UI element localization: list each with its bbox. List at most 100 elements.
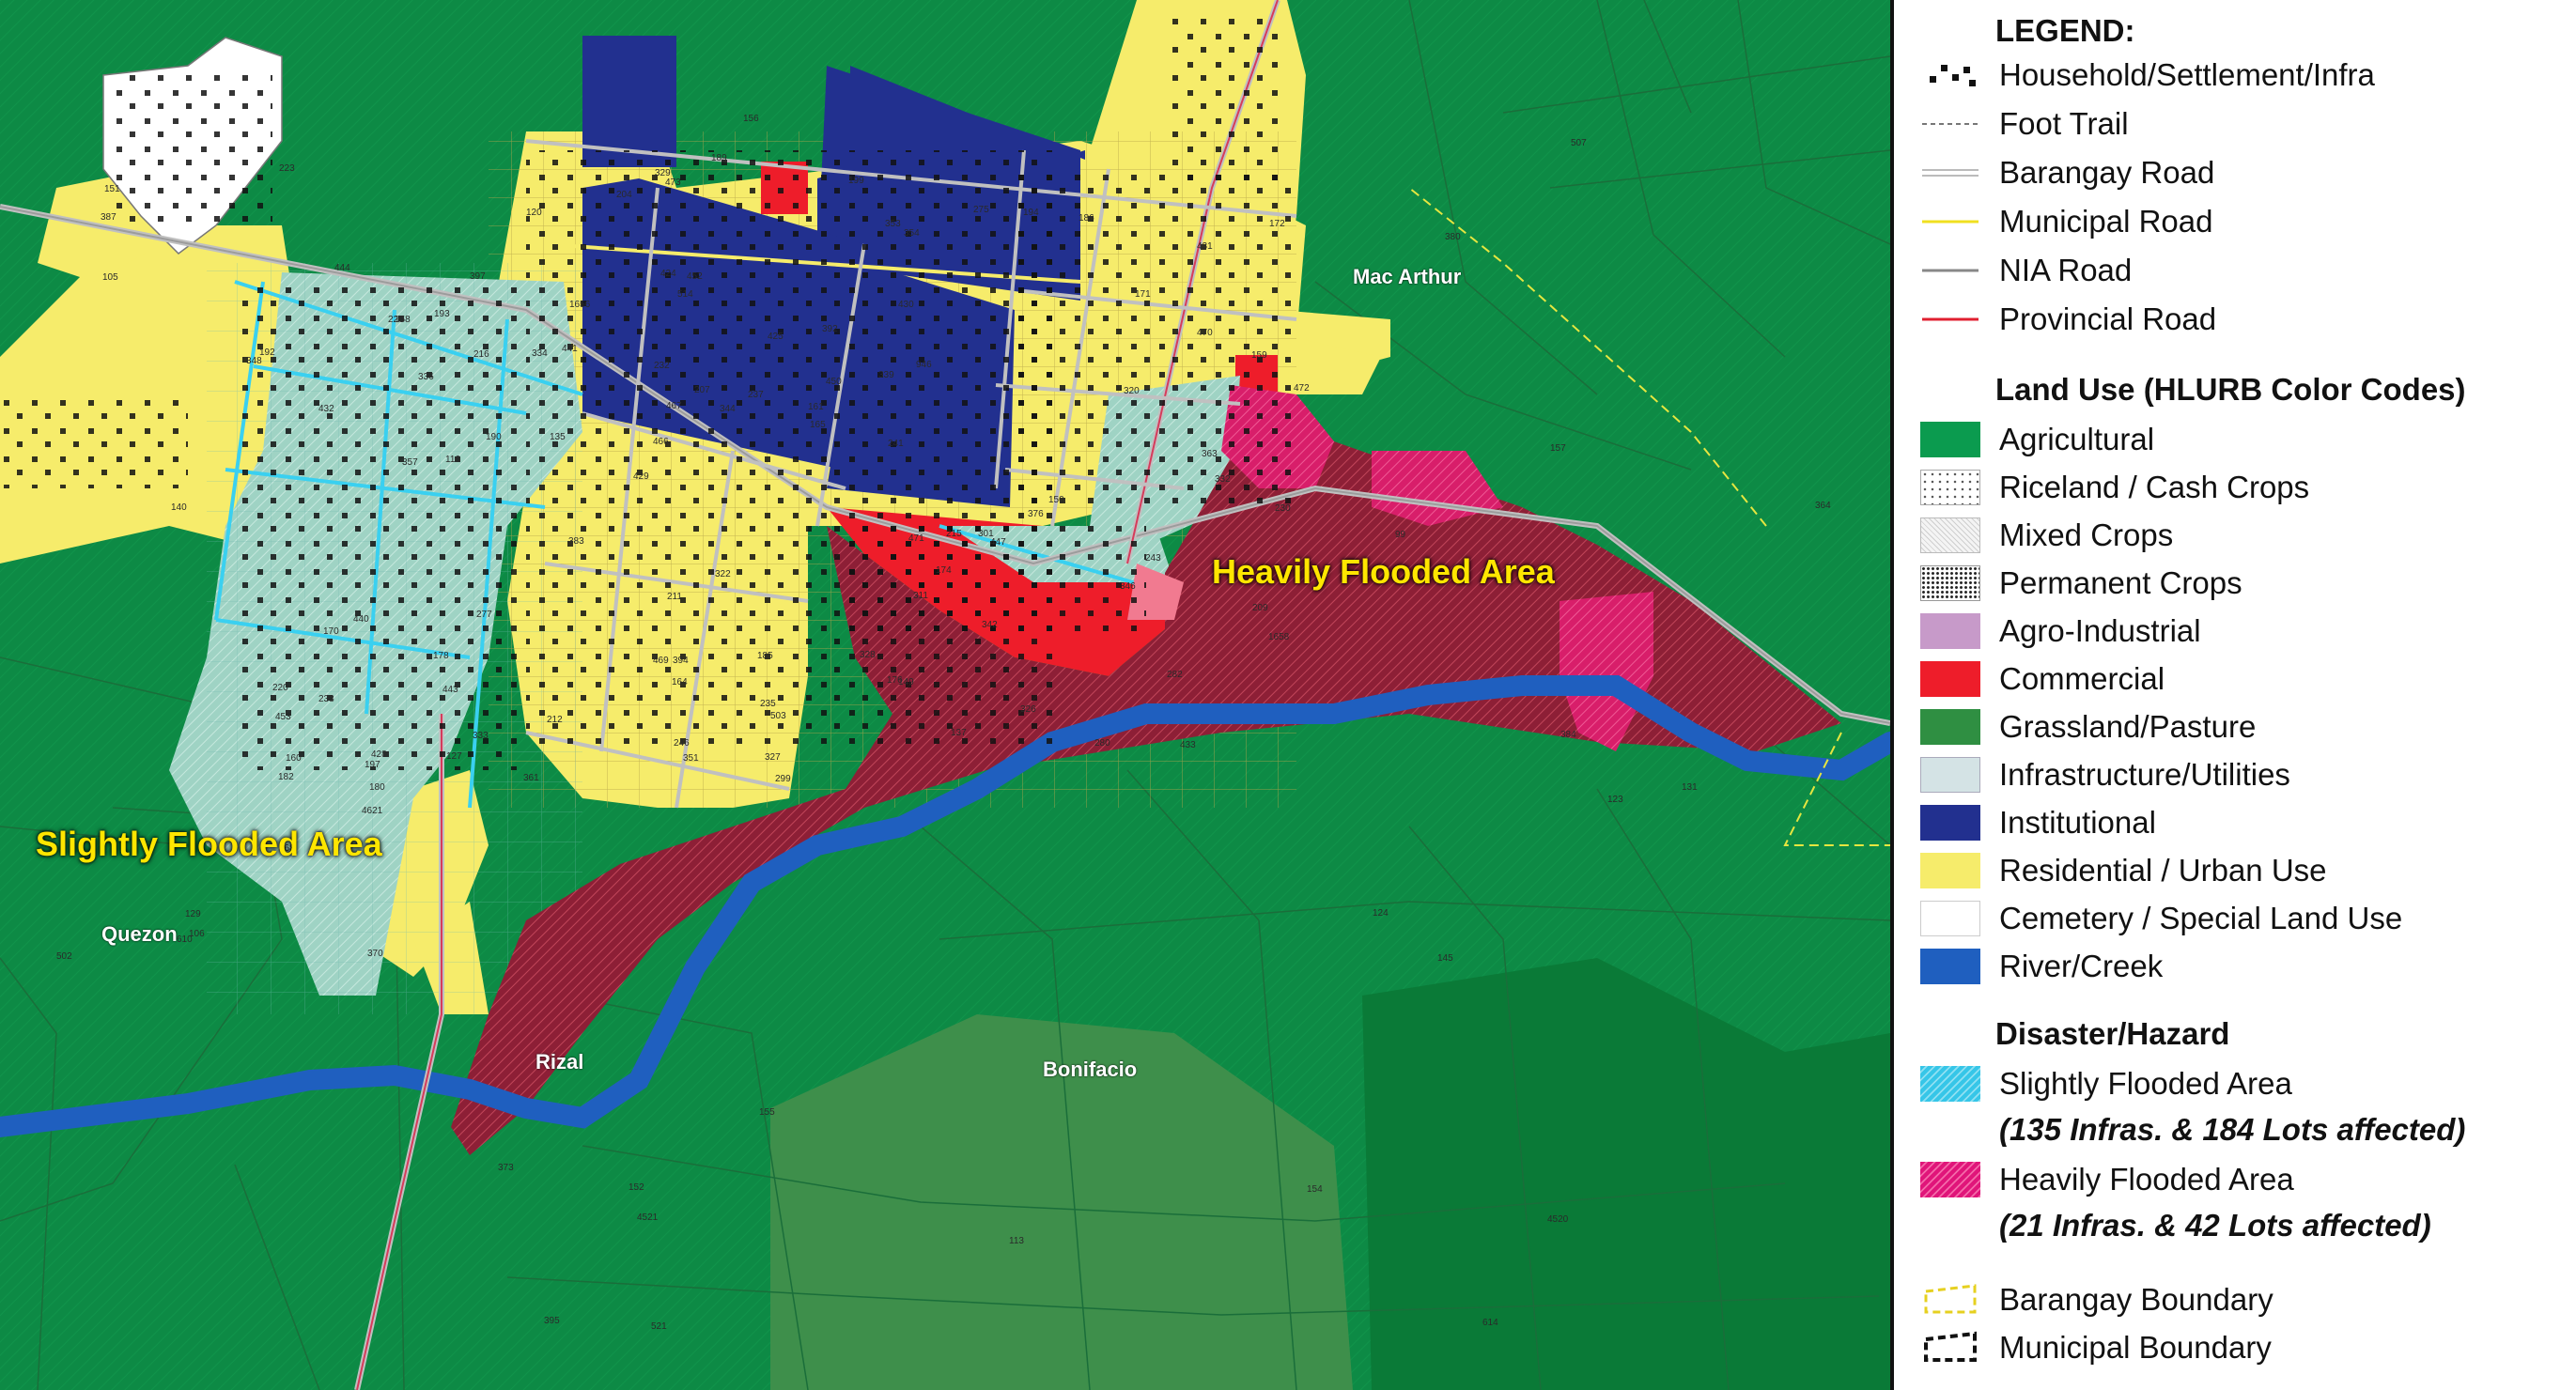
slightly-flooded-note: (135 Infras. & 184 Lots affected) bbox=[1999, 1112, 2466, 1147]
lot-number-label: 329 bbox=[655, 168, 671, 178]
commercial-swatch bbox=[1920, 661, 1980, 697]
lot-number-label: 197 bbox=[365, 760, 380, 770]
legend-item-commercial: Commercial bbox=[1920, 658, 2165, 700]
lot-number-label: 320 bbox=[1124, 386, 1140, 396]
lot-number-label: 280 bbox=[1094, 738, 1110, 749]
legend-item-agricultural: Agricultural bbox=[1920, 419, 2154, 460]
legend-item-grassland: Grassland/Pasture bbox=[1920, 706, 2256, 748]
lot-number-label: 1658 bbox=[1268, 632, 1290, 642]
lot-number-label: 521 bbox=[651, 1321, 667, 1332]
lot-number-label: 135 bbox=[550, 432, 566, 442]
river-swatch bbox=[1920, 949, 1980, 984]
lot-number-label: 140 bbox=[171, 502, 187, 513]
lot-number-label: 328 bbox=[860, 650, 876, 660]
legend-item-cemetery: Cemetery / Special Land Use bbox=[1920, 898, 2402, 939]
household-markers-town bbox=[526, 150, 1052, 751]
legend-label-barangay-boundary: Barangay Boundary bbox=[1999, 1282, 2273, 1317]
lot-number-label: 232 bbox=[654, 361, 670, 371]
legend-label-barangay-road: Barangay Road bbox=[1999, 155, 2215, 190]
lot-number-label: 370 bbox=[367, 949, 383, 959]
legend-item-provincial-road: Provincial Road bbox=[1920, 299, 2216, 340]
lot-number-label: 1656 bbox=[569, 300, 591, 310]
lot-number-label: 99 bbox=[1395, 530, 1406, 540]
lot-number-label: 4621 bbox=[362, 806, 383, 816]
place-label-bonifacio: Bonifacio bbox=[1043, 1058, 1138, 1081]
lot-number-label: 364 bbox=[1815, 501, 1831, 511]
residential-swatch bbox=[1920, 853, 1980, 888]
legend-item-riceland: Riceland / Cash Crops bbox=[1920, 467, 2309, 508]
lot-number-label: 363 bbox=[1202, 449, 1218, 459]
lot-number-label: 326 bbox=[1020, 704, 1036, 715]
lot-number-label: 431 bbox=[1197, 241, 1213, 252]
lot-number-label: 453 bbox=[275, 712, 291, 722]
lot-number-label: 342 bbox=[982, 620, 998, 630]
lot-number-label: 351 bbox=[683, 753, 699, 764]
lot-number-label: 105 bbox=[102, 272, 118, 283]
municipal-road-swatch bbox=[1920, 204, 1980, 239]
lot-number-label: 145 bbox=[1437, 953, 1453, 964]
legend-label-residential: Residential / Urban Use bbox=[1999, 853, 2327, 888]
municipal-boundary-swatch bbox=[1920, 1330, 1980, 1366]
lot-number-label: 373 bbox=[498, 1163, 514, 1173]
lot-number-label: 164 bbox=[672, 677, 688, 687]
lot-number-label: 441 bbox=[562, 344, 578, 354]
lot-number-label: 336 bbox=[418, 372, 434, 382]
legend-label-grassland: Grassland/Pasture bbox=[1999, 709, 2257, 744]
legend-label-foot-trail: Foot Trail bbox=[1999, 106, 2129, 141]
lot-number-label: 444 bbox=[334, 263, 350, 273]
lot-number-label: 394 bbox=[673, 656, 689, 666]
household-markers-cemetery bbox=[113, 75, 272, 225]
map-legend: LEGEND: Household/Settlement/Infra Foot … bbox=[1890, 0, 2576, 1390]
place-label-rizal: Rizal bbox=[535, 1050, 584, 1073]
legend-label-heavily-flooded: Heavily Flooded Area bbox=[1999, 1162, 2294, 1197]
lot-number-label: 395 bbox=[544, 1316, 560, 1326]
lot-number-label: 212 bbox=[547, 715, 563, 725]
lot-number-label: 452 bbox=[687, 271, 703, 282]
lot-number-label: 301 bbox=[978, 529, 994, 539]
lot-number-label: 137 bbox=[951, 728, 967, 738]
barangay-boundary-swatch bbox=[1920, 1282, 1980, 1318]
legend-item-infrastructure: Infrastructure/Utilities bbox=[1920, 754, 2290, 795]
heavily-flooded-note: (21 Infras. & 42 Lots affected) bbox=[1999, 1208, 2431, 1243]
mixed-crops-swatch bbox=[1920, 517, 1980, 553]
hazard-title: Disaster/Hazard bbox=[1995, 1016, 2230, 1051]
map-canvas: 433 432 431 429 430 428 424 425 440 441 453 443 452 4… bbox=[0, 0, 1890, 1390]
legend-label-permanent-crops: Permanent Crops bbox=[1999, 565, 2242, 600]
provincial-road-swatch bbox=[1920, 301, 1980, 337]
lot-number-label: 182 bbox=[278, 772, 294, 782]
legend-label-riceland: Riceland / Cash Crops bbox=[1999, 470, 2310, 504]
lot-number-label: 185 bbox=[757, 651, 773, 661]
lot-number-label: 215 bbox=[946, 529, 962, 539]
lot-number-label: 614 bbox=[1482, 1318, 1498, 1328]
institutional-swatch bbox=[1920, 805, 1980, 841]
lot-number-label: 946 bbox=[916, 360, 932, 370]
lot-number-label: 127 bbox=[446, 751, 462, 762]
lot-number-label: 124 bbox=[1373, 908, 1389, 919]
household-markers-northeast bbox=[1165, 19, 1278, 188]
lot-number-label: 473 bbox=[665, 178, 681, 188]
legend-label-nia-road: NIA Road bbox=[1999, 253, 2133, 287]
lot-number-label: 383 bbox=[568, 536, 584, 547]
lot-number-label: 172 bbox=[1269, 219, 1285, 229]
lot-number-label: 507 bbox=[1571, 138, 1587, 148]
legend-label-slightly-flooded: Slightly Flooded Area bbox=[1999, 1066, 2292, 1101]
legend-item-river: River/Creek bbox=[1920, 946, 2163, 987]
legend-item-heavily-flooded: Heavily Flooded Area bbox=[1920, 1159, 2294, 1200]
legend-title: LEGEND: bbox=[1995, 13, 2135, 48]
lot-number-label: 353 bbox=[885, 219, 901, 229]
household-markers-far-west bbox=[0, 394, 188, 488]
agro-industrial-swatch bbox=[1920, 613, 1980, 649]
legend-label-municipal-boundary: Municipal Boundary bbox=[1999, 1330, 2272, 1365]
place-label-quezon: Quezon bbox=[101, 922, 178, 946]
lot-number-label: 178 bbox=[433, 651, 449, 661]
legend-item-foot-trail: Foot Trail bbox=[1920, 103, 2129, 145]
lot-number-label: 158 bbox=[395, 315, 411, 325]
lot-number-label: 430 bbox=[898, 300, 914, 310]
lot-number-label: 193 bbox=[434, 309, 450, 319]
lot-number-label: 275 bbox=[973, 205, 989, 215]
lot-number-label: 384 bbox=[1560, 730, 1576, 740]
foot-trail-swatch bbox=[1920, 106, 1980, 142]
lot-number-label: 299 bbox=[775, 774, 791, 784]
lot-number-label: 194 bbox=[1023, 208, 1039, 218]
lot-number-label: 174 bbox=[936, 565, 952, 576]
